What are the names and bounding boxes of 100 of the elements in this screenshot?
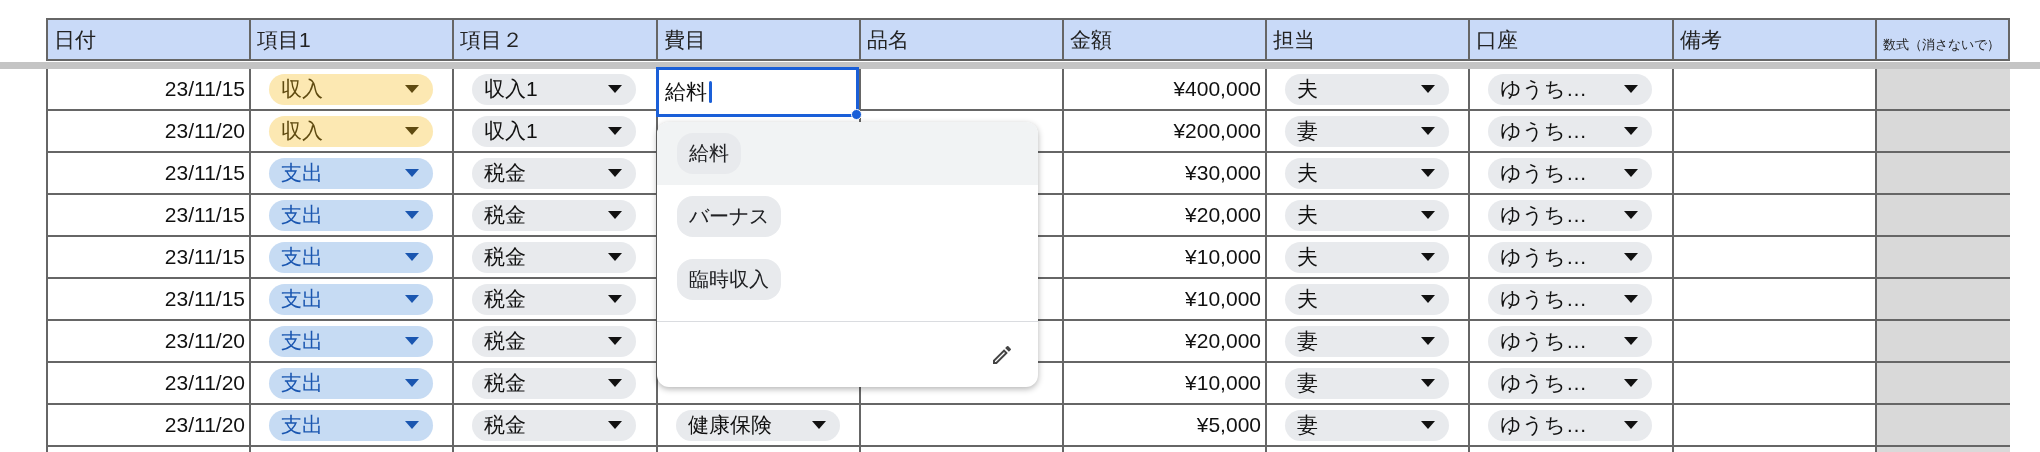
option-chip: 給料 [677,133,741,174]
caret-icon [608,169,622,177]
caret-icon [608,379,622,387]
caret-icon [1421,337,1435,345]
dropdown-chip[interactable]: 夫 [1285,283,1449,315]
option-chip: 臨時収入 [677,259,781,300]
amount-text: ¥400,000 [1173,77,1261,101]
caret-icon [405,295,419,303]
dropdown-chip[interactable]: 税金 [472,157,636,189]
dropdown-chip[interactable]: ゆうち… [1488,241,1652,273]
dropdown-chip[interactable]: 支出 [269,199,433,231]
editor-text: 給料 [665,79,707,105]
amount-text: ¥10,000 [1185,287,1261,311]
column-header: 担当 [1265,20,1468,61]
dropdown-chip[interactable]: ゆうち… [1488,73,1652,105]
amount-text: ¥5,000 [1196,413,1261,437]
menu-option[interactable]: バーナス [657,185,1038,248]
amount-text: ¥10,000 [1185,371,1261,395]
dropdown-chip[interactable]: 支出 [269,367,433,399]
dropdown-chip[interactable]: 税金 [472,283,636,315]
dropdown-chip[interactable]: ゆうち… [1488,283,1652,315]
date-text: 23/11/20 [164,371,245,395]
dropdown-chip[interactable]: 税金 [472,367,636,399]
dropdown-chip[interactable]: 税金 [472,409,636,441]
dropdown-chip[interactable]: ゆうち… [1488,115,1652,147]
column-header: 口座 [1468,20,1672,61]
date-text: 23/11/20 [164,413,245,437]
caret-icon [1421,211,1435,219]
caret-icon [1421,169,1435,177]
option-chip: バーナス [677,196,781,237]
caret-icon [405,253,419,261]
caret-icon [1624,127,1638,135]
dropdown-chip[interactable]: 妻 [1285,367,1449,399]
menu-option[interactable]: 給料 [657,122,1038,185]
caret-icon [608,211,622,219]
column-header: 金額 [1062,20,1265,61]
dropdown-chip[interactable]: ゆうち… [1488,325,1652,357]
caret-icon [1624,211,1638,219]
dropdown-chip[interactable]: ゆうち… [1488,367,1652,399]
dropdown-chip[interactable]: 夫 [1285,241,1449,273]
caret-icon [405,211,419,219]
caret-icon [608,85,622,93]
caret-icon [1421,295,1435,303]
caret-icon [608,295,622,303]
dropdown-chip[interactable]: 税金 [472,199,636,231]
caret-icon [405,421,419,429]
dropdown-chip[interactable]: ゆうち… [1488,199,1652,231]
caret-icon [405,127,419,135]
dropdown-chip[interactable]: 支出 [269,283,433,315]
dropdown-chip[interactable]: 税金 [472,241,636,273]
caret-icon [608,337,622,345]
caret-icon [812,421,826,429]
dropdown-chip[interactable]: 健康保険 [676,409,840,441]
dropdown-chip[interactable]: ゆうち… [1488,157,1652,189]
date-text: 23/11/15 [164,161,245,185]
dropdown-chip[interactable]: 税金 [472,325,636,357]
caret-icon [1421,127,1435,135]
date-text: 23/11/15 [164,203,245,227]
caret-icon [608,253,622,261]
column-header: 品名 [859,20,1062,61]
dropdown-chip[interactable]: 支出 [269,157,433,189]
cell-editor[interactable]: 給料 [656,67,859,117]
dropdown-chip[interactable]: 支出 [269,241,433,273]
caret-icon [405,337,419,345]
amount-text: ¥200,000 [1173,119,1261,143]
caret-icon [1624,337,1638,345]
column-header: 項目1 [249,20,452,61]
dropdown-chip[interactable]: 収入1 [472,73,636,105]
dropdown-chip[interactable]: 妻 [1285,409,1449,441]
dropdown-chip[interactable]: 夫 [1285,199,1449,231]
caret-icon [1421,85,1435,93]
column-header: 項目２ [452,20,656,61]
dropdown-chip[interactable]: 収入1 [472,115,636,147]
date-text: 23/11/15 [164,287,245,311]
date-text: 23/11/15 [164,245,245,269]
amount-text: ¥20,000 [1185,203,1261,227]
caret-icon [1624,253,1638,261]
dropdown-chip[interactable]: 夫 [1285,73,1449,105]
column-header: 数式（消さないで） [1875,20,2010,61]
caret-icon [1624,379,1638,387]
caret-icon [1421,253,1435,261]
caret-icon [405,85,419,93]
dropdown-chip[interactable]: 支出 [269,325,433,357]
date-text: 23/11/15 [164,77,245,101]
menu-option[interactable]: 臨時収入 [657,248,1038,311]
dropdown-chip[interactable]: 妻 [1285,325,1449,357]
column-header: 備考 [1672,20,1875,61]
dropdown-chip[interactable]: 収入 [269,115,433,147]
caret-icon [1624,85,1638,93]
dropdown-chip[interactable]: 支出 [269,409,433,441]
dropdown-chip[interactable]: ゆうち… [1488,409,1652,441]
amount-text: ¥10,000 [1185,245,1261,269]
dropdown-chip[interactable]: 妻 [1285,115,1449,147]
column-header: 費目 [656,20,859,61]
dropdown-chip[interactable]: 夫 [1285,157,1449,189]
caret-icon [1624,295,1638,303]
amount-text: ¥20,000 [1185,329,1261,353]
caret-icon [1421,421,1435,429]
column-header: 日付 [46,20,249,61]
dropdown-chip[interactable]: 収入 [269,73,433,105]
